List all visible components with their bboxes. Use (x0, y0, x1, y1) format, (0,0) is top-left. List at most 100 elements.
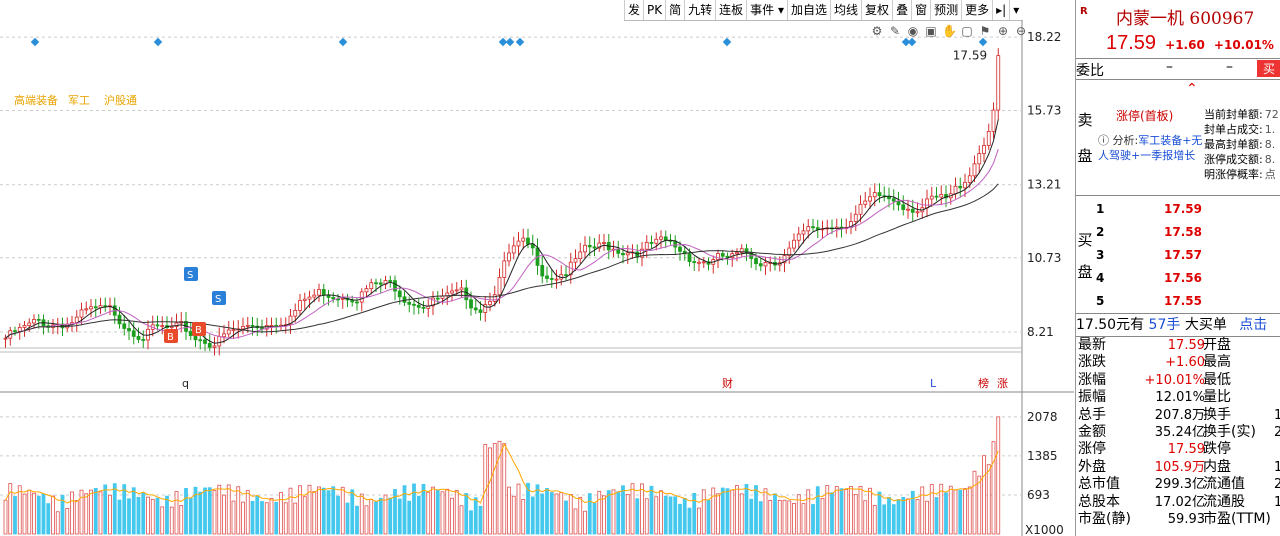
candle-body (587, 244, 592, 248)
seal-value: 点 (1264, 168, 1276, 181)
zoom-out-icon[interactable]: ⊖ (1014, 24, 1028, 38)
volume-bar (174, 491, 179, 535)
bottom-marker-cai: 财 (722, 376, 733, 390)
candle-body (526, 237, 530, 245)
candle-body (207, 343, 212, 348)
toolbar-button[interactable]: 窗 (911, 0, 930, 20)
hand-icon[interactable]: ✋ (942, 24, 957, 38)
trade-qty: 57手 (1148, 317, 1181, 333)
buy-level-row[interactable]: 2 17.58 (1096, 221, 1276, 243)
quote-key-2: 最高 (1203, 354, 1231, 371)
volume-bar (792, 502, 796, 535)
toolbar-button[interactable]: 连板 (715, 0, 746, 20)
toolbar-button[interactable]: 叠 (892, 0, 911, 20)
volume-bar (8, 483, 13, 535)
quote-key: 总手 (1078, 406, 1106, 423)
collapse-caret-icon[interactable]: ⌃ (1186, 81, 1198, 97)
volume-bar (606, 490, 611, 535)
volume-bar (725, 488, 730, 535)
window-icon[interactable]: ▢ (960, 24, 974, 38)
candle-body (93, 306, 98, 309)
volume-bar (217, 484, 222, 535)
volume-bar (298, 485, 302, 535)
moving-average-line (5, 149, 999, 339)
toolbar-button[interactable]: 九转 (684, 0, 715, 20)
flag-icon[interactable]: ⚑ (978, 24, 992, 38)
candle-body (497, 276, 502, 296)
volume-bar (478, 505, 483, 535)
volume-bar (440, 491, 445, 535)
volume-bar (274, 501, 279, 535)
pen-icon[interactable]: ✎ (888, 24, 902, 38)
settings-icon[interactable]: ⚙ (870, 24, 884, 38)
candle-body (250, 324, 255, 327)
buy-level-index: 5 (1096, 294, 1105, 308)
quote-value-2: 1 (1274, 407, 1280, 423)
volume-bar (469, 510, 473, 535)
concept-tag: 高端装备 (14, 93, 58, 107)
kline-chart[interactable]: 18.22 15.73 13.21 10.73 8.21 17.59 高端装备 军工 沪股通 S S… (0, 20, 1074, 536)
buy-level-row[interactable]: 4 17.56 (1096, 267, 1276, 289)
price-change: +1.60 (1165, 38, 1205, 52)
toolbar-button[interactable]: 加自选 (787, 0, 830, 20)
toolbar-button[interactable]: 事件 ▾ (746, 0, 787, 20)
buy-level-index: 3 (1096, 248, 1105, 262)
toolbar-button[interactable]: 更多 (961, 0, 992, 20)
candle-body (863, 200, 868, 205)
candle-body (573, 258, 578, 263)
candle-body (298, 300, 302, 311)
buy-level-row[interactable]: 3 17.57 (1096, 244, 1276, 266)
volume-bar (901, 496, 906, 535)
volume-bar (649, 485, 654, 535)
candle-body (801, 230, 806, 235)
candle-body (416, 304, 421, 308)
toolbar-button[interactable]: 简 (665, 0, 684, 20)
toolbar-button[interactable]: 复权 (861, 0, 892, 20)
volume-bar (397, 498, 402, 535)
quote-key: 总股本 (1078, 493, 1120, 510)
buy-level-row[interactable]: 5 17.55 (1096, 290, 1276, 312)
volume-bar (32, 492, 36, 535)
volume-bar (41, 493, 46, 535)
volume-bar (345, 502, 350, 535)
candle-body (858, 203, 863, 215)
sell-orderbook: 卖 盘 ⌃ 涨停(首板) ⓘ 分析:军工装备+无人驾驶+一季报增长 当前封单额:… (1076, 79, 1280, 196)
candle-body (687, 253, 692, 262)
volume-bar (231, 500, 236, 535)
toolbar-button[interactable]: 预测 (930, 0, 961, 20)
toolbar-button[interactable]: 发 (624, 0, 643, 20)
volume-bar (564, 500, 568, 535)
volume-bar (336, 495, 340, 535)
big-trade-line[interactable]: 17.50元有 57手 大买单 点击 (1076, 314, 1280, 337)
volume-bar (179, 505, 184, 535)
volume-bar (735, 485, 739, 535)
candle-body (136, 336, 141, 340)
lock-icon[interactable]: ▣ (924, 24, 938, 38)
buy-signal-label: B (195, 325, 202, 336)
volume-bar (925, 500, 929, 535)
volume-bar (364, 505, 369, 535)
candle-body (720, 253, 725, 257)
candle-body (564, 274, 568, 277)
quote-row: 最新 17.59 开盘 (1076, 337, 1280, 354)
zoom-in-icon[interactable]: ⊕ (996, 24, 1010, 38)
candle-body (312, 294, 317, 298)
toolbar-button[interactable]: ▸| (992, 0, 1009, 20)
candle-body (578, 251, 583, 260)
volume-bar (849, 486, 853, 535)
candle-body (331, 297, 336, 300)
toolbar-button[interactable]: PK (643, 0, 665, 20)
buy-tag[interactable]: 买 (1256, 60, 1280, 77)
volume-bar (374, 501, 378, 535)
candle-body (74, 316, 79, 324)
buy-level-row[interactable]: 1 17.59 (1096, 198, 1276, 220)
toolbar-button[interactable]: ▾ (1009, 0, 1022, 20)
eye-icon[interactable]: ◉ (906, 24, 920, 38)
stock-title: 内蒙一机 600967 (1116, 4, 1254, 29)
bottom-marker-bang: 榜 (978, 376, 989, 390)
volume-bar (521, 499, 526, 535)
trade-more-link[interactable]: 点击 (1239, 317, 1267, 333)
toolbar-button[interactable]: 均线 (830, 0, 861, 20)
volume-bar (844, 489, 849, 535)
volume-bar (317, 486, 321, 535)
